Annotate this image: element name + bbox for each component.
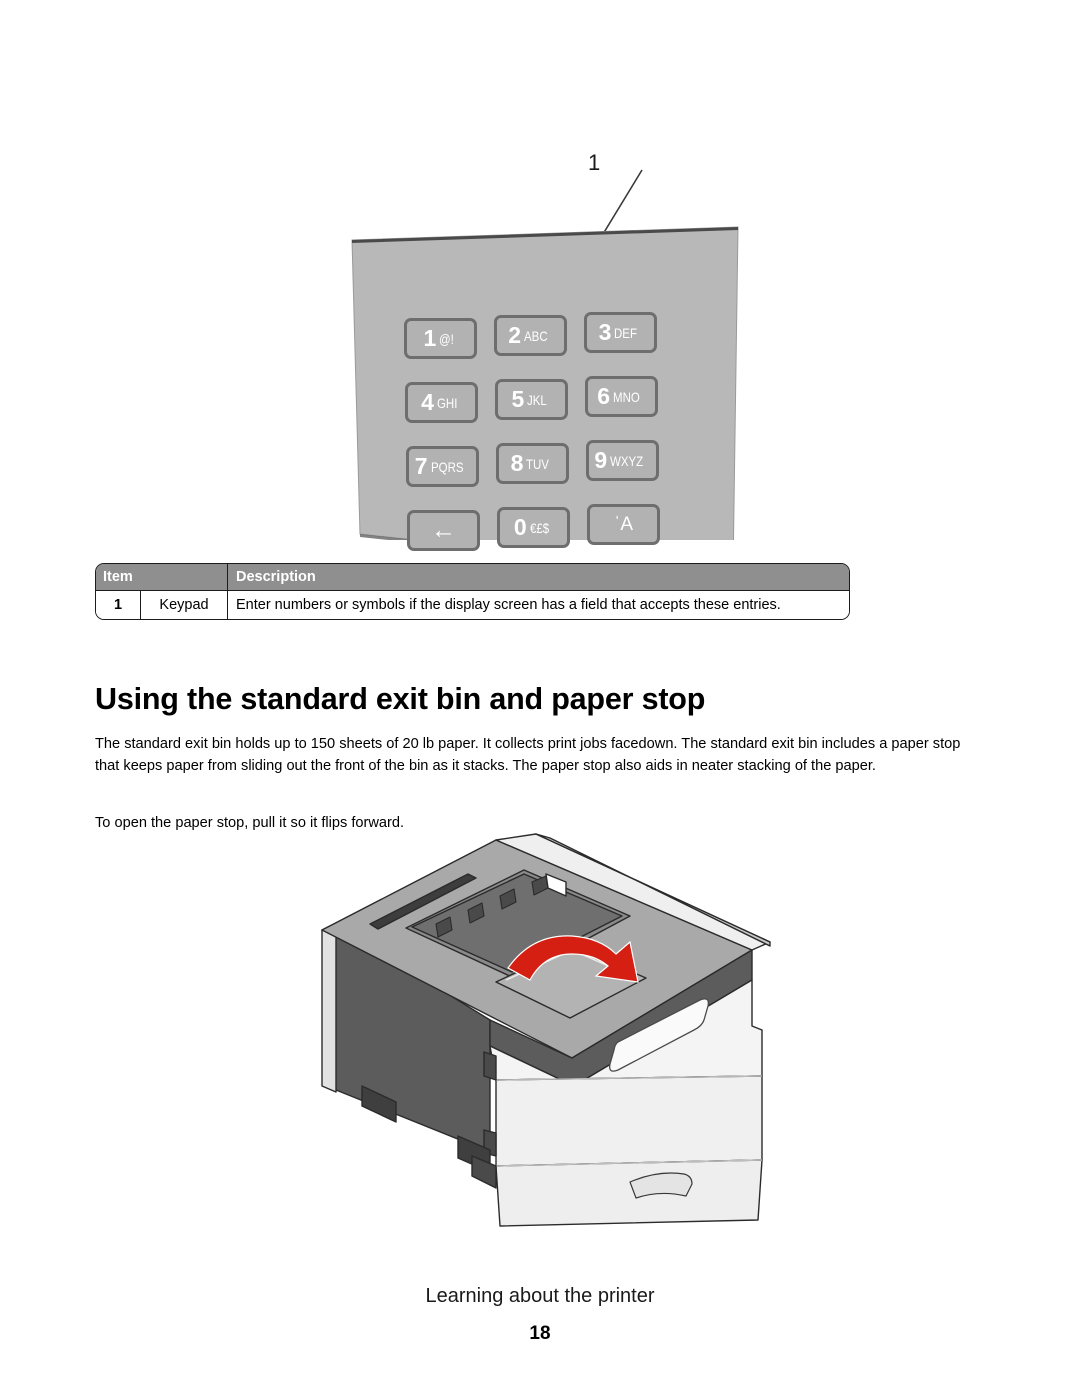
keypad-key-7[interactable]: 7 PQRS (406, 446, 479, 487)
keypad-key-digit: 0 (513, 514, 527, 540)
shift-caps-icon: ˈA (614, 514, 633, 535)
keypad-key-letters: TUV (526, 455, 550, 472)
keypad-key-5[interactable]: 5 JKL (495, 379, 568, 420)
keypad-key-3[interactable]: 3 DEF (584, 312, 657, 353)
keypad-key-9[interactable]: 9 WXYZ (586, 440, 659, 481)
keypad-key-letters: @! (439, 330, 455, 347)
keypad-key-0[interactable]: 0 €£$ (497, 507, 570, 548)
table-cell-item-name: Keypad (140, 591, 227, 619)
printer-foot-right (471, 1155, 497, 1189)
keypad-key-shift[interactable]: ˈA (587, 504, 660, 545)
page-title: Using the standard exit bin and paper st… (95, 682, 706, 717)
body-paragraph-1: The standard exit bin holds up to 150 sh… (95, 735, 961, 775)
keypad-key-digit: 3 (598, 319, 612, 345)
keypad-key-digit: 2 (508, 322, 521, 348)
printer-front-tray (495, 1159, 763, 1227)
keypad-key-digit: 9 (594, 447, 608, 473)
printer-side-latch-upper (483, 1051, 497, 1081)
keypad-key-letters: €£$ (529, 519, 549, 536)
keypad-key-2[interactable]: 2 ABC (494, 315, 567, 356)
keypad-key-letters: MNO (613, 388, 640, 405)
keypad-key-digit: 6 (597, 383, 611, 409)
keypad-key-digit: 5 (511, 386, 525, 412)
keypad-keys: 1 @! 2 ABC 3 DEF 4 GHI 5 JKL 6 MNO 7 PQR… (404, 312, 684, 568)
item-description-table: Item Description 1 Keypad Enter numbers … (95, 563, 850, 620)
keypad-key-6[interactable]: 6 MNO (585, 376, 658, 417)
printer-left-edge-highlight (321, 929, 337, 1093)
keypad-key-digit: 4 (421, 389, 434, 415)
table-head: Item Description (96, 564, 849, 591)
keypad-key-letters: JKL (527, 391, 548, 408)
keypad-key-1[interactable]: 1 @! (404, 318, 477, 359)
keypad-key-4[interactable]: 4 GHI (405, 382, 478, 423)
printer-illustration (321, 833, 771, 1227)
table-body: 1 Keypad Enter numbers or symbols if the… (96, 591, 849, 619)
keypad-key-digit: 1 (423, 325, 437, 351)
table-cell-item-number: 1 (96, 591, 140, 619)
footer-page-number: 18 (529, 1323, 551, 1344)
keypad-key-letters: PQRS (430, 458, 464, 475)
keypad-key-8[interactable]: 8 TUV (496, 443, 569, 484)
keypad-key-back-arrow[interactable]: ← (407, 510, 480, 551)
keypad-key-letters: GHI (436, 394, 458, 411)
keypad-key-letters: ABC (524, 327, 548, 344)
keypad-figure: 1 1 @! 2 ABC 3 DEF 4 GHI 5 JKL 6 MNO 7 P… (0, 60, 1080, 551)
table-header-row: Item Description (96, 564, 849, 591)
table-cell-item-description: Enter numbers or symbols if the display … (227, 591, 849, 619)
table-header-item: Item (96, 564, 227, 591)
printer-front-panel (495, 1075, 763, 1167)
table-row: 1 Keypad Enter numbers or symbols if the… (96, 591, 849, 619)
keypad-key-letters: DEF (614, 324, 638, 341)
footer-section-title: Learning about the printer (425, 1285, 655, 1307)
table-header-description: Description (227, 564, 849, 591)
keypad-key-letters: WXYZ (610, 452, 644, 469)
keypad-key-digit: 8 (510, 450, 524, 476)
back-arrow-icon: ← (431, 516, 456, 544)
keypad-key-digit: 7 (414, 453, 428, 479)
